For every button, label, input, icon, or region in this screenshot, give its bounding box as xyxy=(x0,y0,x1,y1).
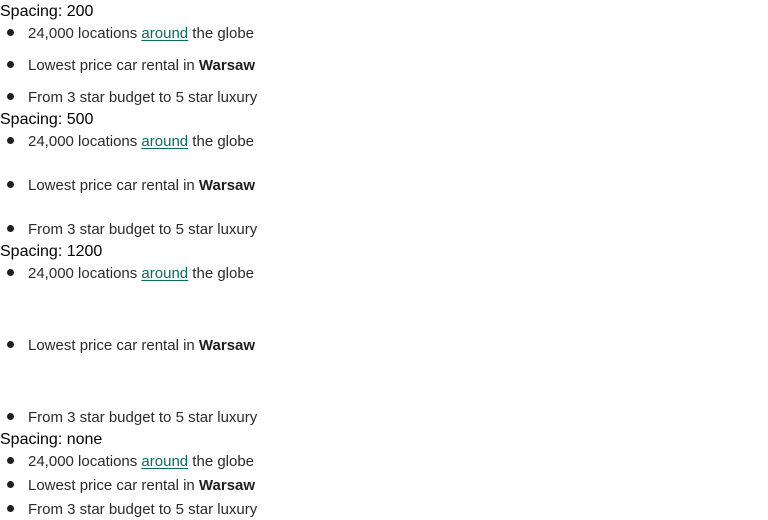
bullet-icon xyxy=(7,413,14,420)
list-item-text-before: Lowest price car rental in xyxy=(28,57,199,74)
city-name: Warsaw xyxy=(198,337,256,354)
bullet-icon xyxy=(7,505,14,512)
list-item-text-after: the globe xyxy=(188,453,255,470)
around-link[interactable]: around xyxy=(141,453,188,470)
section-heading-spacing-1200: Spacing: 1200 xyxy=(0,243,103,260)
city-name: Warsaw xyxy=(198,177,256,194)
list-item-text-before: 24,000 locations xyxy=(28,265,142,282)
list-item-text: 24,000 locations around the globe xyxy=(28,262,254,286)
list-item-text-after: the globe xyxy=(188,133,255,150)
section-heading-spacing-none: Spacing: none xyxy=(0,431,103,448)
list-item-text: Lowest price car rental in Warsaw xyxy=(28,474,255,498)
list-item-text-before: 24,000 locations xyxy=(28,133,142,150)
bullet-icon xyxy=(7,93,14,100)
bullet-icon xyxy=(7,481,14,488)
around-link[interactable]: around xyxy=(141,25,188,42)
list-item-text-after: the globe xyxy=(188,265,255,282)
list-item-text: Lowest price car rental in Warsaw xyxy=(28,174,255,198)
list-item-text: From 3 star budget to 5 star luxury xyxy=(28,86,257,110)
bullet-icon xyxy=(7,269,14,276)
list-item-text: Lowest price car rental in Warsaw xyxy=(28,54,255,78)
bullet-icon xyxy=(7,61,14,68)
list-item-text-before: Lowest price car rental in xyxy=(28,477,199,494)
bullet-icon xyxy=(7,341,14,348)
bullet-icon xyxy=(7,457,14,464)
list-item-text: 24,000 locations around the globe xyxy=(28,22,254,46)
list-item-text: From 3 star budget to 5 star luxury xyxy=(28,406,257,430)
section-heading-spacing-200: Spacing: 200 xyxy=(0,3,94,20)
list-item-text-before: Lowest price car rental in xyxy=(28,337,199,354)
around-link[interactable]: around xyxy=(141,265,188,282)
list-item-text: 24,000 locations around the globe xyxy=(28,130,254,154)
list-item-text-before: From 3 star budget to 5 star luxury xyxy=(28,89,258,106)
bullet-icon xyxy=(7,29,14,36)
list-item-text: 24,000 locations around the globe xyxy=(28,450,254,474)
bullet-icon xyxy=(7,181,14,188)
bullet-icon xyxy=(7,225,14,232)
list-item-text: From 3 star budget to 5 star luxury xyxy=(28,498,257,520)
list-item-text: From 3 star budget to 5 star luxury xyxy=(28,218,257,242)
list-item-text: Lowest price car rental in Warsaw xyxy=(28,334,255,358)
section-heading-spacing-500: Spacing: 500 xyxy=(0,111,94,128)
list-item-text-before: Lowest price car rental in xyxy=(28,177,199,194)
around-link[interactable]: around xyxy=(141,133,188,150)
bullet-icon xyxy=(7,137,14,144)
list-item-text-before: From 3 star budget to 5 star luxury xyxy=(28,221,258,238)
list-item-text-before: From 3 star budget to 5 star luxury xyxy=(28,409,258,426)
list-item-text-after: the globe xyxy=(188,25,255,42)
city-name: Warsaw xyxy=(198,57,256,74)
list-item-text-before: 24,000 locations xyxy=(28,25,142,42)
list-item-text-before: From 3 star budget to 5 star luxury xyxy=(28,501,258,518)
city-name: Warsaw xyxy=(198,477,256,494)
list-item-text-before: 24,000 locations xyxy=(28,453,142,470)
